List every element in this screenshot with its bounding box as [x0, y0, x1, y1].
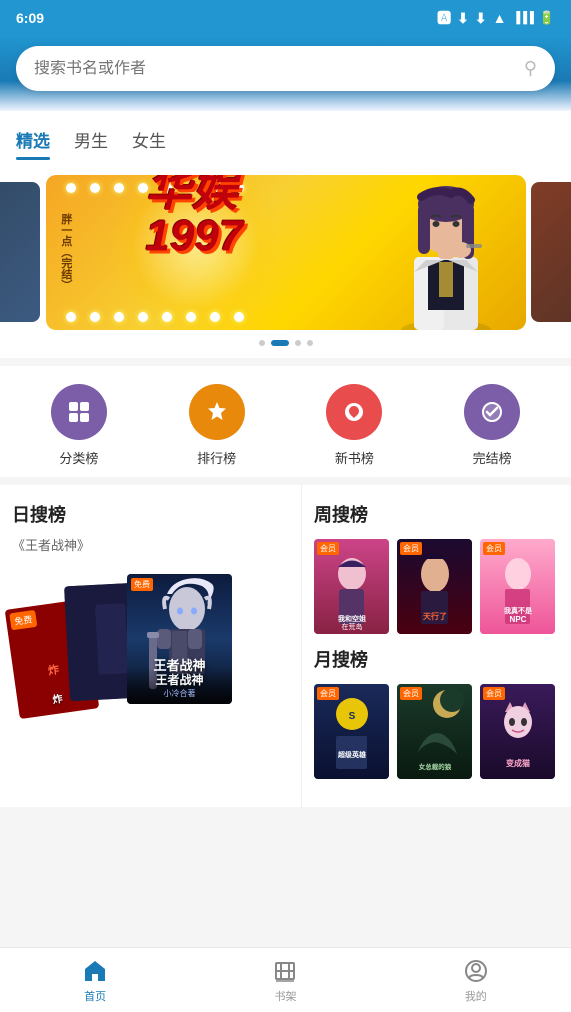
book-3-title: 王者战神 小冷合著 — [127, 667, 232, 704]
svg-text:天行了: 天行了 — [423, 611, 447, 621]
mb3-badge: 会员 — [483, 687, 505, 700]
weekly-book-3[interactable]: 会员 我真不是 NPC — [480, 539, 555, 634]
complete-icon — [464, 384, 520, 440]
daily-search-panel: 日搜榜 《王者战神》 免费 炸 炸 免费 — [0, 485, 301, 807]
status-icons: 🅰 ⬇ ⬇ ▲ ▐▐▐ 🔋 — [437, 8, 555, 28]
header-area: ⚲ — [0, 36, 571, 111]
tab-female[interactable]: 女生 — [132, 127, 166, 160]
download2-icon: ⬇ — [475, 10, 487, 27]
battery-icon: 🔋 — [539, 10, 555, 26]
banner-container: 胖一点（完结） 华娱 1997 — [0, 160, 571, 358]
banner-left-label: 胖一点（完结） — [58, 214, 73, 291]
book-3-badge: 免费 — [131, 578, 153, 591]
wb3-badge: 会员 — [483, 542, 505, 555]
banner-right-peek — [531, 182, 571, 322]
rank-icon — [189, 384, 245, 440]
search-icon: ⚲ — [524, 58, 537, 79]
banner-wrapper[interactable]: 胖一点（完结） 华娱 1997 — [0, 172, 571, 332]
svg-text:S: S — [349, 711, 356, 722]
book-stack: 免费 炸 炸 免费 — [12, 564, 289, 764]
nav-home-label: 首页 — [84, 988, 106, 1004]
monthly-title: 月搜榜 — [314, 646, 559, 672]
nav-profile-label: 我的 — [465, 988, 487, 1004]
category-classify[interactable]: 分类榜 — [51, 384, 107, 467]
tab-featured[interactable]: 精选 — [16, 127, 50, 160]
svg-text:变成猫: 变成猫 — [506, 758, 530, 768]
weekly-books-row: 会员 我和空姐 在荒岛 — [314, 539, 559, 634]
profile-icon — [462, 957, 490, 985]
wb1-badge: 会员 — [317, 542, 339, 555]
category-complete[interactable]: 完结榜 — [464, 384, 520, 467]
category-rank[interactable]: 排行榜 — [189, 384, 245, 467]
mb2-badge: 会员 — [400, 687, 422, 700]
classify-label: 分类榜 — [59, 448, 98, 467]
nav-profile[interactable]: 我的 — [462, 957, 490, 1004]
banner-title-area: 华娱 1997 — [146, 175, 244, 262]
status-bar: 6:09 🅰 ⬇ ⬇ ▲ ▐▐▐ 🔋 — [0, 0, 571, 36]
bottom-nav: 首页 书架 我的 — [0, 947, 571, 1012]
banner-dots — [0, 332, 571, 350]
category-new[interactable]: 新书榜 — [326, 384, 382, 467]
tab-male[interactable]: 男生 — [74, 127, 108, 160]
weekly-title: 周搜榜 — [314, 501, 559, 527]
svg-text:超级英雄: 超级英雄 — [338, 750, 366, 759]
dot-2 — [271, 340, 289, 346]
classify-icon — [51, 384, 107, 440]
dot-3 — [295, 340, 301, 346]
wb2-badge: 会员 — [400, 542, 422, 555]
banner-title: 华娱 — [146, 175, 244, 216]
complete-label: 完结榜 — [473, 448, 512, 467]
monthly-book-3[interactable]: 会员 变成猫 — [480, 684, 555, 779]
svg-text:在荒岛: 在荒岛 — [342, 622, 363, 631]
monthly-book-1[interactable]: 会员 S 超级英雄 — [314, 684, 389, 779]
dot-4 — [307, 340, 313, 346]
daily-top-book: 《王者战神》 — [12, 535, 289, 554]
banner-main[interactable]: 胖一点（完结） 华娱 1997 — [46, 175, 526, 330]
banner-character — [376, 182, 516, 330]
svg-text:NPC: NPC — [510, 615, 527, 624]
mb1-badge: 会员 — [317, 687, 339, 700]
new-icon — [326, 384, 382, 440]
right-searches-panel: 周搜榜 会员 我和空姐 在荒岛 — [301, 485, 571, 807]
svg-text:我和空姐: 我和空姐 — [338, 614, 366, 623]
nav-shelf[interactable]: 书架 — [271, 957, 299, 1004]
search-input[interactable] — [34, 60, 514, 78]
tabs-bar: 精选 男生 女生 — [0, 111, 571, 160]
nav-home[interactable]: 首页 — [81, 957, 109, 1004]
daily-search-title: 日搜榜 — [12, 501, 289, 527]
wifi-icon: ▲ — [493, 10, 507, 26]
monthly-books-row: 会员 S 超级英雄 会员 — [314, 684, 559, 779]
nav-shelf-label: 书架 — [274, 988, 296, 1004]
banner-left-peek — [0, 182, 40, 322]
search-bar[interactable]: ⚲ — [16, 46, 555, 91]
shelf-icon — [271, 957, 299, 985]
signal-icon: ▐▐▐ — [512, 12, 532, 24]
dot-1 — [259, 340, 265, 346]
book-1-badge: 免费 — [9, 610, 37, 630]
svg-text:我真不是: 我真不是 — [504, 606, 533, 615]
svg-text:炸: 炸 — [47, 662, 60, 677]
weekly-book-1[interactable]: 会员 我和空姐 在荒岛 — [314, 539, 389, 634]
weekly-book-2[interactable]: 会员 天行了 — [397, 539, 472, 634]
monthly-book-2[interactable]: 会员 女总裁的狼 — [397, 684, 472, 779]
notification-icon: 🅰 — [437, 8, 451, 28]
download-icon: ⬇ — [457, 10, 469, 27]
new-label: 新书榜 — [335, 448, 374, 467]
status-time: 6:09 — [16, 10, 44, 26]
rank-label: 排行榜 — [197, 448, 236, 467]
content-section: 日搜榜 《王者战神》 免费 炸 炸 免费 — [0, 485, 571, 807]
home-icon — [81, 957, 109, 985]
book-3-main[interactable]: 免费 — [127, 574, 232, 704]
svg-text:女总裁的狼: 女总裁的狼 — [419, 762, 452, 771]
banner-year: 1997 — [146, 212, 244, 262]
categories-section: 分类榜 排行榜 新书榜 完结榜 — [0, 366, 571, 477]
